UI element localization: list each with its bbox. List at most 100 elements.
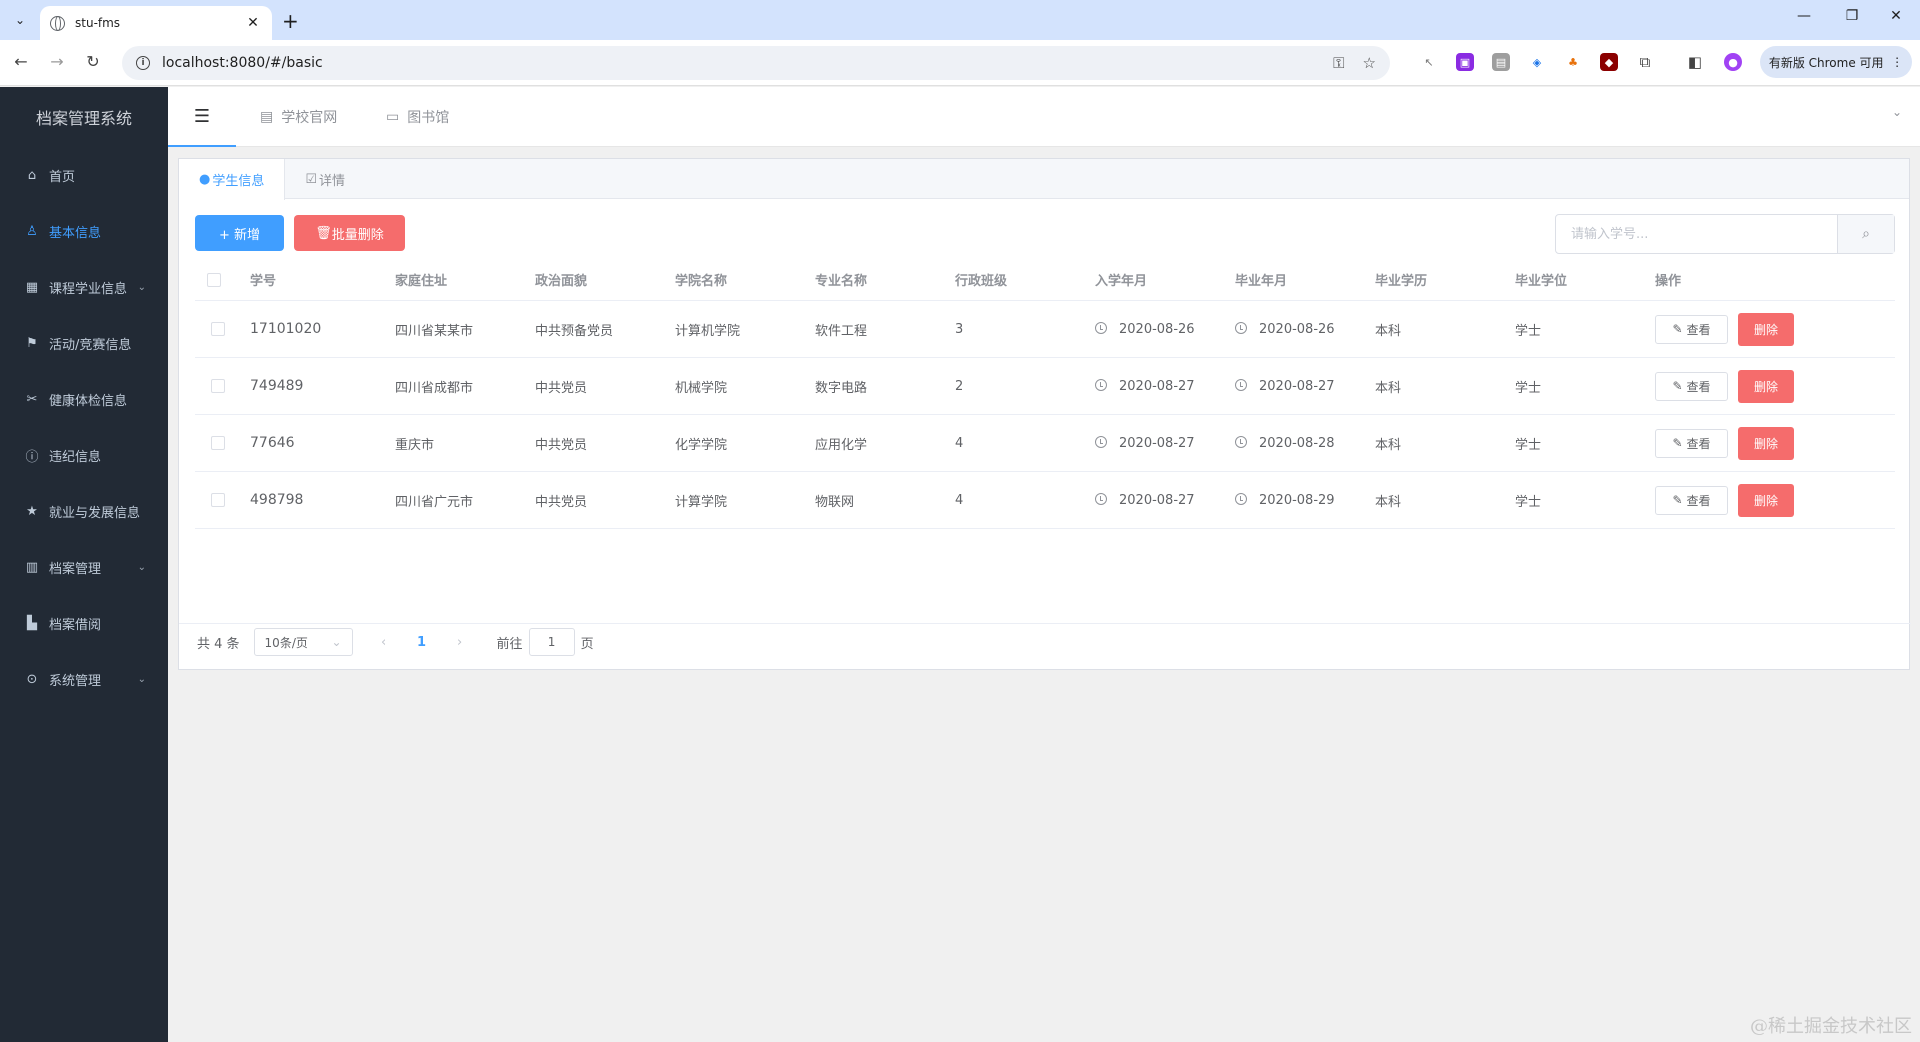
back-icon[interactable]: ← xyxy=(10,52,32,71)
puzzle-extension-icon[interactable]: ⧉ xyxy=(1636,53,1654,71)
tab-label: 详情 xyxy=(319,173,346,189)
key-icon[interactable]: ⚿ xyxy=(1333,54,1344,72)
search-button[interactable]: ⌕ xyxy=(1837,215,1894,253)
tab-close-icon[interactable]: ✕ xyxy=(244,15,262,31)
goto-page-input[interactable]: 1 xyxy=(528,628,575,656)
restore-icon[interactable]: ❐ xyxy=(1832,8,1872,24)
nav-school-website[interactable]: ▤ 学校官网 xyxy=(260,87,337,147)
view-button[interactable]: ✎ 查看 xyxy=(1655,371,1728,401)
student-id: 77646 xyxy=(250,435,295,451)
gray-extension-icon[interactable]: ▤ xyxy=(1492,53,1510,71)
sidebar-item-label: 违纪信息 xyxy=(49,449,102,465)
political-status: 中共预备党员 xyxy=(535,323,614,339)
column-header: 专业名称 xyxy=(815,274,868,289)
education: 本科 xyxy=(1375,380,1402,396)
class-number: 4 xyxy=(955,435,964,451)
add-button[interactable]: + 新增 xyxy=(195,215,284,251)
close-window-icon[interactable]: ✕ xyxy=(1876,8,1916,24)
enroll-date: 2020-08-27 xyxy=(1119,378,1195,394)
sidebar-item-archive-borrow[interactable]: ▙ 档案借阅 xyxy=(0,595,168,651)
layers-extension-icon[interactable]: ◈ xyxy=(1528,53,1546,71)
side-panel-icon[interactable]: ◧ xyxy=(1686,53,1704,71)
delete-button[interactable]: 删除 xyxy=(1738,312,1794,346)
education: 本科 xyxy=(1375,437,1402,453)
nav-library[interactable]: ▭ 图书馆 xyxy=(386,87,449,147)
bulk-delete-button[interactable]: 🗑︎ 批量删除 xyxy=(294,215,405,251)
sidebar-item-health[interactable]: ✂ 健康体检信息 xyxy=(0,371,168,427)
chrome-update-button[interactable]: 有新版 Chrome 可用 ⋮ xyxy=(1760,46,1912,78)
profile-avatar-icon[interactable]: ● xyxy=(1724,53,1742,71)
tab-details[interactable]: ☑ 详情 xyxy=(285,159,365,199)
edit-icon: ✎ xyxy=(1672,379,1683,393)
sidebar-item-system[interactable]: ⊙ 系统管理 ⌄ xyxy=(0,651,168,707)
prev-page-icon[interactable]: ‹ xyxy=(369,635,399,650)
column-header: 政治面貌 xyxy=(535,274,588,289)
column-header: 学院名称 xyxy=(675,274,728,289)
view-button[interactable]: ✎ 查看 xyxy=(1655,485,1728,515)
delete-button[interactable]: 删除 xyxy=(1738,426,1794,460)
stamp-icon: ▙ xyxy=(27,615,37,631)
chart-icon: ▥ xyxy=(25,559,39,575)
scissors-icon: ✂ xyxy=(26,391,38,407)
bookmark-star-icon[interactable]: ☆ xyxy=(1363,54,1376,72)
menu-toggle-icon[interactable]: ☰ xyxy=(168,87,236,147)
delete-button[interactable]: 删除 xyxy=(1738,483,1794,517)
row-checkbox[interactable] xyxy=(211,322,225,336)
search-input[interactable] xyxy=(1556,215,1837,253)
sidebar-item-label: 档案管理 xyxy=(49,561,102,577)
cursor-extension-icon[interactable]: ↖ xyxy=(1420,53,1438,71)
delete-button[interactable]: 删除 xyxy=(1738,369,1794,403)
location-icon: ⊙ xyxy=(26,671,38,687)
page-number-current[interactable]: 1 xyxy=(407,635,437,650)
sidebar-item-course[interactable]: ▦ 课程学业信息 ⌄ xyxy=(0,259,168,315)
site-info-icon[interactable]: i xyxy=(136,56,150,70)
view-button[interactable]: ✎ 查看 xyxy=(1655,314,1728,344)
nav-label: 图书馆 xyxy=(407,110,450,126)
chrome-update-label: 有新版 Chrome 可用 xyxy=(1768,55,1884,70)
major-name: 软件工程 xyxy=(815,323,868,339)
college-name: 计算学院 xyxy=(675,494,728,510)
sidebar-item-discipline[interactable]: ⓘ 违纪信息 xyxy=(0,427,168,483)
page-size-select[interactable]: 10条/页 ⌄ xyxy=(253,628,353,656)
column-header: 学号 xyxy=(250,274,277,289)
row-checkbox[interactable] xyxy=(211,379,225,393)
purple-extension-icon[interactable]: ▣ xyxy=(1456,53,1474,71)
orange-extension-icon[interactable]: ♣ xyxy=(1564,53,1582,71)
info-icon: ⓘ xyxy=(25,449,39,465)
graduate-date: 2020-08-27 xyxy=(1259,378,1335,394)
forward-icon[interactable]: → xyxy=(46,52,68,71)
tab-search-dropdown-icon[interactable]: ⌄ xyxy=(8,8,32,32)
select-all-checkbox[interactable] xyxy=(207,272,221,287)
reload-icon[interactable]: ↻ xyxy=(82,52,104,71)
sidebar-item-basic-info[interactable]: ♙ 基本信息 xyxy=(0,203,168,259)
sidebar-item-label: 基本信息 xyxy=(49,225,102,241)
row-checkbox[interactable] xyxy=(211,436,225,450)
sidebar-item-employment[interactable]: ★ 就业与发展信息 xyxy=(0,483,168,539)
user-icon: ♙ xyxy=(26,223,38,239)
sidebar-item-activity[interactable]: ⚑ 活动/竞赛信息 xyxy=(0,315,168,371)
political-status: 中共党员 xyxy=(535,380,588,396)
tab-student-info[interactable]: ● 学生信息 xyxy=(179,159,286,200)
sidebar-item-label: 健康体检信息 xyxy=(49,393,128,409)
chevron-down-icon: ⌄ xyxy=(137,673,146,685)
view-button[interactable]: ✎ 查看 xyxy=(1655,428,1728,458)
sidebar-item-home[interactable]: ⌂ 首页 xyxy=(0,147,168,203)
column-header: 家庭住址 xyxy=(395,274,448,289)
globe-icon xyxy=(50,15,65,31)
next-page-icon[interactable]: › xyxy=(445,635,475,650)
home-address: 四川省广元市 xyxy=(395,494,474,510)
watermark: @稀土掘金技术社区 xyxy=(1750,1016,1912,1037)
row-checkbox[interactable] xyxy=(211,493,225,507)
chevron-down-icon[interactable]: ⌄ xyxy=(1892,105,1902,119)
shield-extension-icon[interactable]: ◆ xyxy=(1600,53,1618,71)
graduate-date: 2020-08-26 xyxy=(1259,321,1335,337)
bulk-delete-label: 批量删除 xyxy=(331,227,384,243)
pagination: 共 4 条 10条/页 ⌄ ‹ 1 › 前往 1 页 xyxy=(197,626,594,658)
class-number: 4 xyxy=(955,492,964,508)
browser-tab[interactable]: stu-fms ✕ xyxy=(40,6,272,40)
sidebar-item-archive-management[interactable]: ▥ 档案管理 ⌄ xyxy=(0,539,168,595)
minimize-icon[interactable]: — xyxy=(1784,8,1824,24)
new-tab-icon[interactable]: + xyxy=(282,9,299,33)
enroll-date: 2020-08-27 xyxy=(1119,435,1195,451)
address-bar[interactable]: i localhost:8080/#/basic ⚿ ☆ xyxy=(122,46,1390,80)
